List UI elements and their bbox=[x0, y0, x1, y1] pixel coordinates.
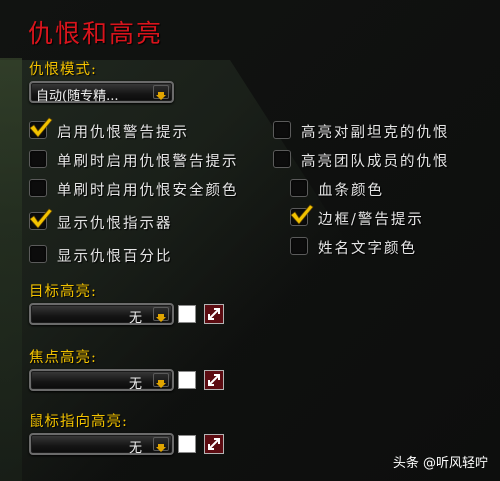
checkmark-icon bbox=[29, 208, 53, 229]
checkbox-border-warning[interactable] bbox=[290, 204, 314, 226]
label-group-threat: 高亮团队成员的仇恨 bbox=[301, 154, 450, 170]
arrow-down-icon[interactable] bbox=[153, 307, 169, 322]
label-solo-threat-warning: 单刷时启用仇恨警告提示 bbox=[57, 154, 239, 170]
target-highlight-label: 目标高亮: bbox=[29, 284, 97, 300]
label-threat-percent: 显示仇恨百分比 bbox=[57, 249, 173, 265]
checkbox-solo-safe-color[interactable] bbox=[29, 179, 47, 197]
checkbox-name-text-color[interactable] bbox=[290, 237, 308, 255]
watermark: 头条 @听风轻咛 bbox=[392, 456, 488, 471]
expand-arrows-icon[interactable] bbox=[204, 370, 224, 390]
panel-title: 仇恨和高亮 bbox=[28, 19, 164, 48]
checkbox-threat-warning[interactable] bbox=[29, 117, 53, 139]
arrow-down-icon[interactable] bbox=[153, 437, 169, 452]
label-name-text-color: 姓名文字颜色 bbox=[318, 241, 417, 257]
checkbox-offtank-threat[interactable] bbox=[273, 121, 291, 139]
checkbox-group-threat[interactable] bbox=[273, 150, 291, 168]
threat-mode-label: 仇恨模式: bbox=[29, 62, 97, 78]
checkbox-solo-threat-warning[interactable] bbox=[29, 150, 47, 168]
label-offtank-threat: 高亮对副坦克的仇恨 bbox=[301, 125, 450, 141]
mouseover-highlight-value: 无 bbox=[129, 441, 143, 456]
mouseover-highlight-dropdown[interactable]: 无 bbox=[29, 433, 174, 456]
mouseover-highlight-color-swatch[interactable] bbox=[178, 435, 196, 453]
label-solo-safe-color: 单刷时启用仇恨安全颜色 bbox=[57, 183, 239, 199]
threat-mode-dropdown[interactable]: 自动(随专精... bbox=[29, 81, 174, 104]
focus-highlight-color-swatch[interactable] bbox=[178, 371, 196, 389]
arrow-down-icon[interactable] bbox=[153, 373, 169, 388]
focus-highlight-dropdown[interactable]: 无 bbox=[29, 369, 174, 392]
checkbox-threat-percent[interactable] bbox=[29, 245, 47, 263]
label-healthbar-color: 血条颜色 bbox=[318, 183, 384, 199]
expand-arrows-icon[interactable] bbox=[204, 434, 224, 454]
checkmark-icon bbox=[29, 117, 53, 138]
target-highlight-value: 无 bbox=[129, 311, 143, 326]
threat-mode-value: 自动(随专精... bbox=[36, 89, 119, 104]
mouseover-highlight-label: 鼠标指向高亮: bbox=[29, 414, 128, 430]
focus-highlight-value: 无 bbox=[129, 377, 143, 392]
target-highlight-color-swatch[interactable] bbox=[178, 305, 196, 323]
options-panel: 仇恨和高亮 仇恨模式: 自动(随专精... 启用仇恨警告提示 单刷时启用仇恨警告… bbox=[0, 0, 500, 481]
expand-arrows-icon[interactable] bbox=[204, 304, 224, 324]
focus-highlight-label: 焦点高亮: bbox=[29, 350, 97, 366]
label-border-warning: 边框/警告提示 bbox=[318, 212, 424, 228]
arrow-down-icon[interactable] bbox=[153, 85, 169, 100]
checkbox-threat-indicator[interactable] bbox=[29, 208, 53, 230]
checkmark-icon bbox=[290, 204, 314, 225]
target-highlight-dropdown[interactable]: 无 bbox=[29, 303, 174, 326]
checkbox-healthbar-color[interactable] bbox=[290, 179, 308, 197]
label-threat-indicator: 显示仇恨指示器 bbox=[57, 216, 173, 232]
label-threat-warning: 启用仇恨警告提示 bbox=[57, 125, 189, 141]
